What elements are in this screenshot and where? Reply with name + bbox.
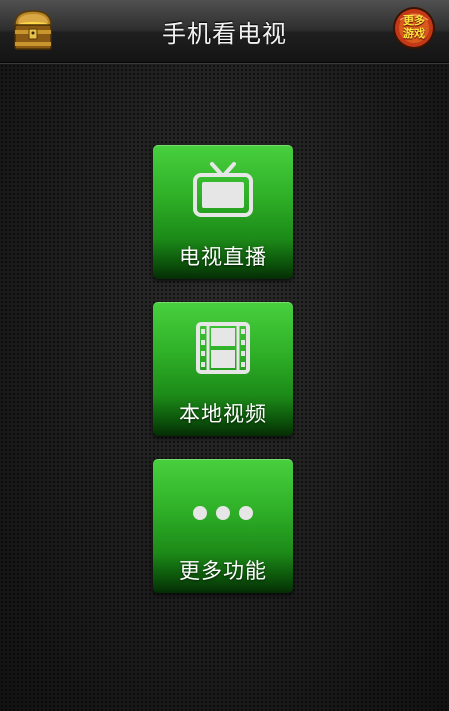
top-bar: 手机看电视 更多游戏 (0, 0, 449, 63)
more-functions-label: 更多功能 (179, 559, 267, 583)
more-games-label: 更多游戏 (403, 14, 425, 40)
more-games-button[interactable]: 更多游戏 (392, 6, 436, 50)
tv-live-label: 电视直播 (179, 245, 267, 269)
more-functions-button[interactable]: 更多功能 (153, 459, 293, 593)
tv-live-button[interactable]: 电视直播 (153, 145, 293, 279)
film-icon (196, 322, 250, 374)
page-title: 手机看电视 (162, 20, 287, 48)
local-video-button[interactable]: 本地视频 (153, 302, 293, 436)
local-video-label: 本地视频 (179, 402, 267, 426)
tv-icon (193, 162, 253, 217)
more-dots-icon (193, 506, 253, 520)
